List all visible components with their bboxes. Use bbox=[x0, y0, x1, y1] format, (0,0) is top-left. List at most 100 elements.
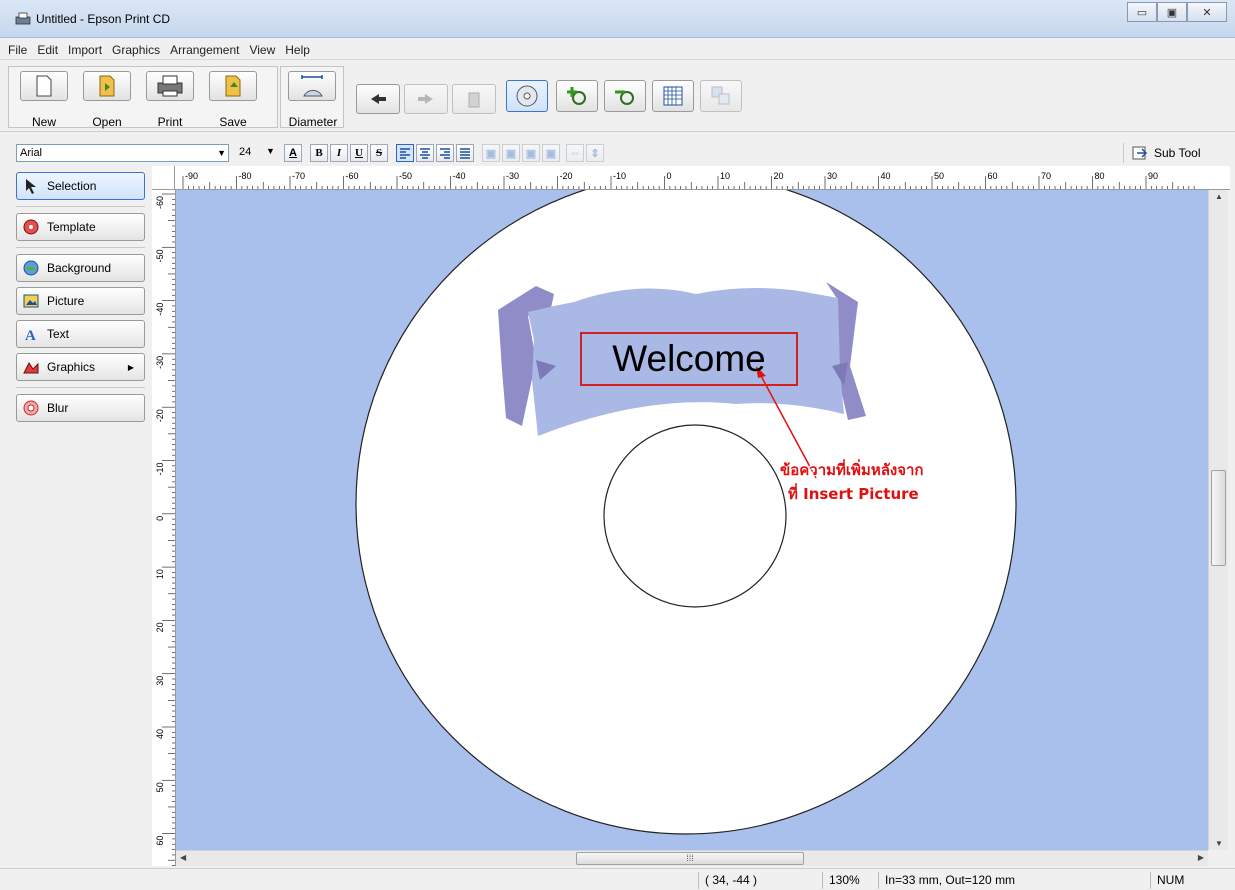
text-color-button[interactable]: A bbox=[284, 144, 302, 162]
open-button[interactable] bbox=[83, 71, 131, 101]
sidebar-item-label: Template bbox=[47, 220, 96, 234]
menu-import[interactable]: Import bbox=[68, 43, 102, 57]
justify-icon bbox=[460, 148, 470, 159]
close-button[interactable]: ✕ bbox=[1187, 2, 1227, 22]
bring-front-button[interactable]: ▣ bbox=[482, 144, 500, 162]
sidebar-item-selection[interactable]: Selection bbox=[16, 172, 145, 200]
send-backward-button[interactable]: ▣ bbox=[522, 144, 540, 162]
maximize-button[interactable]: ▣ bbox=[1157, 2, 1187, 22]
send-back-icon: ▣ bbox=[545, 147, 557, 160]
sidebar-item-label: Text bbox=[47, 327, 70, 341]
menu-view[interactable]: View bbox=[249, 43, 275, 57]
justify-button[interactable] bbox=[456, 144, 474, 162]
close-icon: ✕ bbox=[1202, 6, 1212, 19]
ruler-label: -50 bbox=[155, 249, 165, 262]
diameter-toolbar-group: Diameter bbox=[280, 66, 344, 129]
send-back-button[interactable]: ▣ bbox=[542, 144, 560, 162]
sidebar-item-label: Background bbox=[47, 261, 112, 275]
italic-button[interactable]: I bbox=[330, 144, 348, 162]
align-center-button[interactable] bbox=[416, 144, 434, 162]
print-button[interactable] bbox=[146, 71, 194, 101]
scroll-left-icon[interactable]: ◀ bbox=[180, 853, 186, 862]
zoom-level: 130% bbox=[822, 872, 876, 889]
bold-button[interactable]: B bbox=[310, 144, 328, 162]
redo-button[interactable] bbox=[404, 84, 448, 114]
file-toolbar-group: New Open Print Save bbox=[8, 66, 278, 129]
scroll-up-icon[interactable]: ▲ bbox=[1215, 192, 1223, 201]
svg-text:A: A bbox=[25, 328, 36, 342]
graphics-icon bbox=[23, 362, 39, 374]
horizontal-scroll-thumb[interactable]: ⁞⁞⁞ bbox=[576, 852, 804, 865]
ruler-label: -70 bbox=[292, 171, 305, 181]
underline-button[interactable]: U bbox=[350, 144, 368, 162]
grid-button[interactable] bbox=[652, 80, 694, 112]
flip-horizontal-button[interactable]: ⇔ bbox=[566, 144, 584, 162]
trash-icon bbox=[468, 92, 480, 108]
ruler-label: -60 bbox=[155, 196, 165, 209]
menu-arrangement[interactable]: Arrangement bbox=[170, 43, 239, 57]
vertical-scroll-thumb[interactable] bbox=[1211, 470, 1226, 566]
flip-vertical-button[interactable]: ⇕ bbox=[586, 144, 604, 162]
vertical-scrollbar[interactable]: ▲ ▼ bbox=[1208, 190, 1228, 850]
ruler-label: 70 bbox=[1041, 171, 1051, 181]
welcome-text-box[interactable]: Welcome bbox=[580, 332, 798, 386]
sub-tool-label: Sub Tool bbox=[1154, 146, 1201, 160]
ruler-label: 60 bbox=[155, 836, 165, 846]
diameter-button[interactable] bbox=[288, 71, 336, 101]
horizontal-scrollbar[interactable]: ◀ ⁞⁞⁞ ▶ bbox=[176, 850, 1208, 866]
strikethrough-button[interactable]: S bbox=[370, 144, 388, 162]
sidebar-item-graphics[interactable]: Graphics ▶ bbox=[16, 353, 145, 381]
menu-file[interactable]: File bbox=[8, 43, 27, 57]
scroll-right-icon[interactable]: ▶ bbox=[1198, 853, 1204, 862]
design-canvas[interactable]: Welcome ข้อความที่เพิ่มหลังจาก ที่ Inser… bbox=[176, 190, 1208, 850]
grid-icon bbox=[663, 86, 683, 106]
font-family-select[interactable]: Arial ▼ bbox=[16, 144, 229, 162]
font-size-value: 24 bbox=[239, 146, 252, 158]
align-center-icon bbox=[420, 148, 430, 159]
new-button[interactable] bbox=[20, 71, 68, 101]
sidebar-item-picture[interactable]: Picture bbox=[16, 287, 145, 315]
arrow-cursor-icon bbox=[26, 179, 36, 194]
sidebar-item-blur[interactable]: Blur bbox=[16, 394, 145, 422]
ruler-label: -20 bbox=[155, 409, 165, 422]
sidebar-divider bbox=[16, 206, 145, 207]
blur-icon bbox=[23, 400, 39, 416]
sidebar-item-text[interactable]: A Text bbox=[16, 320, 145, 348]
delete-button[interactable] bbox=[452, 84, 496, 114]
scroll-down-icon[interactable]: ▼ bbox=[1215, 839, 1223, 848]
menu-help[interactable]: Help bbox=[285, 43, 310, 57]
sub-tool-icon bbox=[1132, 146, 1148, 160]
menu-graphics[interactable]: Graphics bbox=[112, 43, 160, 57]
diameter-icon bbox=[301, 75, 323, 97]
ruler-label: 40 bbox=[881, 171, 891, 181]
annotation-line-2: ที่ Insert Picture bbox=[788, 485, 919, 503]
redo-icon bbox=[418, 94, 433, 104]
annotation-line-1: ข้อความที่เพิ่มหลังจาก bbox=[780, 461, 924, 479]
menu-edit[interactable]: Edit bbox=[37, 43, 58, 57]
layout-button[interactable] bbox=[700, 80, 742, 112]
save-button[interactable] bbox=[209, 71, 257, 101]
maximize-icon: ▣ bbox=[1166, 6, 1178, 19]
send-backward-icon: ▣ bbox=[525, 147, 537, 160]
sidebar-item-background[interactable]: Background bbox=[16, 254, 145, 282]
sidebar-item-template[interactable]: Template bbox=[16, 213, 145, 241]
undo-button[interactable] bbox=[356, 84, 400, 114]
font-size-chevron-icon[interactable]: ▼ bbox=[266, 146, 275, 156]
zoom-out-button[interactable] bbox=[604, 80, 646, 112]
ruler-label: 0 bbox=[667, 171, 672, 181]
ruler-label: -50 bbox=[399, 171, 412, 181]
flip-vertical-icon: ⇕ bbox=[590, 147, 600, 160]
bring-forward-button[interactable]: ▣ bbox=[502, 144, 520, 162]
font-size-select[interactable]: 24 bbox=[236, 144, 264, 162]
vertical-ruler: -60 -50 -40 -30 -20 -10 0 10 20 30 40 50 60 bbox=[152, 190, 176, 866]
sub-tool-button[interactable]: Sub Tool bbox=[1123, 143, 1213, 163]
ruler-label: -80 bbox=[239, 171, 252, 181]
minimize-button[interactable]: ▭ bbox=[1127, 2, 1157, 22]
disc-view-button[interactable] bbox=[506, 80, 548, 112]
ruler-label: 10 bbox=[720, 171, 730, 181]
ruler-label: -30 bbox=[506, 171, 519, 181]
align-right-button[interactable] bbox=[436, 144, 454, 162]
zoom-in-button[interactable] bbox=[556, 80, 598, 112]
align-left-button[interactable] bbox=[396, 144, 414, 162]
cd-inner-hole bbox=[603, 424, 787, 608]
